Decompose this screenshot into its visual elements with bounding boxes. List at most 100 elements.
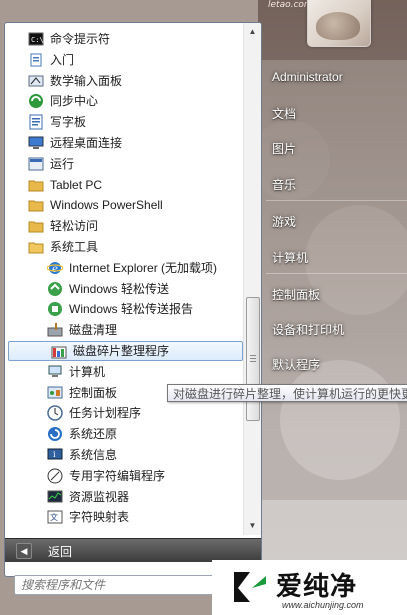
easy-transfer-icon [48, 281, 62, 296]
program-label: 数学输入面板 [50, 73, 123, 88]
program-item[interactable]: 数学输入面板 [5, 71, 243, 91]
program-item[interactable]: 专用字符编辑程序 [5, 466, 243, 486]
brand-name: 爱纯净 [276, 571, 358, 601]
scroll-up-icon[interactable]: ▲ [245, 25, 260, 39]
program-label: 轻松访问 [50, 219, 99, 234]
math-input-icon [28, 75, 44, 87]
folder-icon [28, 221, 44, 233]
remote-desktop-icon [28, 136, 44, 149]
program-item[interactable]: Windows 轻松传送报告 [5, 299, 243, 319]
program-label: Windows 轻松传送 [69, 281, 170, 296]
program-label: 系统信息 [69, 448, 118, 462]
program-item[interactable]: e Internet Explorer (无加载项) [5, 258, 243, 278]
system-info-icon: i [47, 448, 63, 460]
program-item[interactable]: 同步中心 [5, 91, 243, 111]
program-item[interactable]: i 系统信息 [5, 445, 243, 465]
program-label: 命令提示符 [50, 32, 111, 46]
right-item-music[interactable]: 音乐 [272, 176, 296, 193]
watermark-text: letao.com [268, 0, 313, 10]
start-menu-right-pane [258, 0, 407, 615]
svg-text:文: 文 [50, 512, 58, 522]
program-item[interactable]: 计算机 [5, 362, 243, 382]
program-label: 系统还原 [69, 427, 118, 442]
control-panel-icon [47, 386, 63, 399]
program-item[interactable]: 系统工具 [5, 237, 243, 257]
program-label: 同步中心 [50, 94, 99, 109]
program-label: Windows PowerShell [50, 198, 163, 213]
program-item[interactable]: 轻松访问 [5, 216, 243, 236]
svg-text:i: i [53, 450, 56, 459]
program-item[interactable]: 远程桌面连接 [5, 133, 243, 153]
program-label: 任务计划程序 [69, 406, 142, 421]
program-item[interactable]: 运行 [5, 154, 243, 174]
sync-center-icon [29, 94, 43, 109]
program-label: 专用字符编辑程序 [69, 468, 166, 483]
program-item[interactable]: 系统还原 [5, 424, 243, 444]
cat-photo-icon [316, 12, 360, 40]
back-arrow-icon: ◀ [16, 543, 32, 559]
program-label: 写字板 [50, 115, 87, 130]
right-item-default-programs[interactable]: 默认程序 [272, 356, 320, 373]
tooltip: 对磁盘进行碎片整理，使计算机运行的更快更 [167, 384, 407, 402]
program-item[interactable]: 写字板 [5, 112, 243, 132]
right-item-computer[interactable]: 计算机 [272, 249, 308, 266]
back-label: 返回 [48, 545, 73, 559]
program-item[interactable]: 入门 [5, 50, 243, 70]
program-item[interactable]: 文 字符映射表 [5, 507, 243, 527]
program-item[interactable]: 磁盘碎片整理程序 [8, 341, 243, 361]
program-label: 系统工具 [50, 240, 99, 254]
defrag-icon [51, 346, 67, 359]
brand-watermark: 爱纯净 www.aichunjing.com [212, 560, 407, 615]
char-map-icon: 文 [47, 510, 63, 524]
program-label: 入门 [50, 52, 75, 67]
task-scheduler-icon [47, 405, 63, 422]
right-item-games[interactable]: 游戏 [272, 213, 296, 230]
resource-monitor-icon [47, 490, 63, 503]
program-label: 磁盘清理 [69, 323, 118, 338]
easy-transfer-report-icon [48, 302, 62, 317]
system-restore-icon [48, 427, 62, 442]
program-item[interactable]: 磁盘清理 [5, 320, 243, 340]
user-avatar[interactable] [307, 0, 371, 47]
program-item[interactable]: 资源监视器 [5, 487, 243, 507]
program-label: 运行 [50, 156, 75, 171]
getting-started-icon [30, 53, 42, 67]
vertical-scrollbar[interactable]: ▲ ▼ [243, 23, 261, 535]
right-item-control-panel[interactable]: 控制面板 [272, 286, 320, 303]
program-item[interactable]: C:\ 命令提示符 [5, 29, 243, 49]
program-item[interactable]: Windows PowerShell [5, 195, 243, 215]
program-label: 计算机 [69, 364, 106, 379]
back-button[interactable]: ◀ 返回 [5, 538, 261, 562]
svg-text:C:\: C:\ [31, 36, 44, 44]
folder-icon [28, 200, 44, 212]
program-item[interactable]: 任务计划程序 [5, 403, 243, 423]
program-label: Windows 轻松传送报告 [69, 302, 194, 317]
right-item-pictures[interactable]: 图片 [272, 140, 296, 157]
folder-open-icon [28, 242, 44, 254]
program-label: 字符映射表 [69, 510, 130, 525]
program-label: 远程桌面连接 [50, 136, 123, 150]
program-item[interactable]: Windows 轻松传送 [5, 279, 243, 299]
cmd-icon: C:\ [28, 32, 44, 46]
program-label: 资源监视器 [69, 489, 130, 504]
folder-icon [28, 180, 44, 192]
all-programs-panel: C:\ 命令提示符入门数学输入面板 同步中心写字板远程桌面连接 运行 Tablet PC… [4, 22, 262, 577]
brand-url: www.aichunjing.com [282, 600, 364, 610]
right-separator [266, 200, 407, 201]
program-item[interactable]: Tablet PC [5, 175, 243, 195]
disk-cleanup-icon [47, 323, 63, 337]
program-label: 磁盘碎片整理程序 [73, 344, 170, 358]
scroll-down-icon[interactable]: ▼ [245, 519, 260, 533]
right-item-devices-printers[interactable]: 设备和打印机 [272, 321, 344, 338]
right-separator [266, 273, 407, 274]
computer-icon [48, 365, 62, 377]
ie-icon: e [47, 261, 63, 275]
run-icon [28, 157, 44, 171]
right-item-administrator[interactable]: Administrator [272, 70, 343, 84]
program-label: Internet Explorer (无加载项) [69, 260, 218, 275]
program-label: 控制面板 [69, 385, 118, 400]
char-editor-icon [47, 468, 63, 484]
program-label: Tablet PC [50, 177, 103, 192]
right-item-documents[interactable]: 文档 [272, 105, 296, 122]
aichunjing-logo-icon [234, 572, 266, 602]
